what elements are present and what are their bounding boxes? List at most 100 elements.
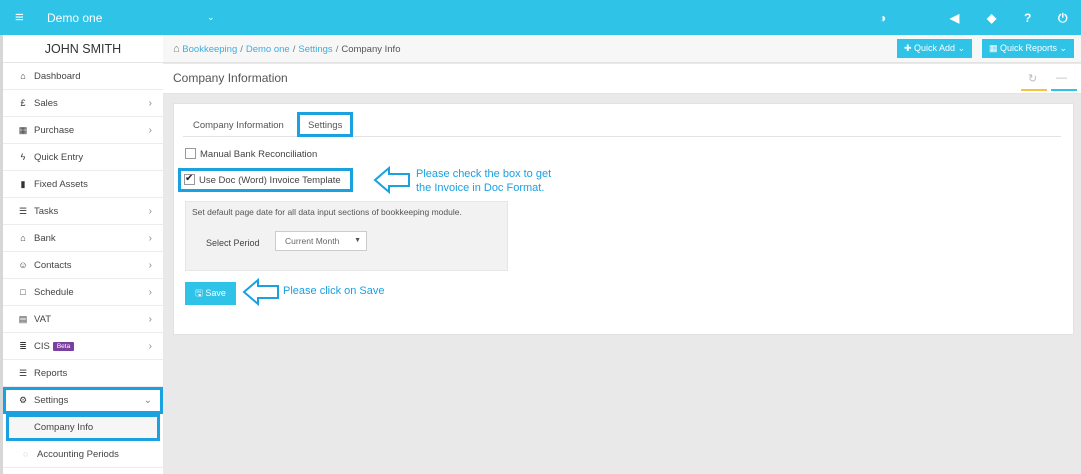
- save-button[interactable]: 🖫 Save: [185, 282, 236, 305]
- sidebar: JOHN SMITH ⌂ Dashboard £ Sales › ▦ Purchase › ϟ Q…: [0, 35, 163, 474]
- schedule-icon: □: [20, 287, 26, 297]
- breadcrumb-bar: ⌂ Bookkeeping / Demo one / Settings / Company …: [163, 35, 1081, 63]
- sidebar-item-label: CIS: [34, 341, 50, 352]
- check-box-note: Please check the box to get the Invoice …: [416, 167, 551, 195]
- sidebar-item-schedule[interactable]: □ Schedule ›: [3, 279, 163, 306]
- chevron-right-icon: ›: [148, 314, 152, 325]
- page-title: Company Information: [173, 71, 288, 85]
- breadcrumb-demo-one[interactable]: Demo one: [246, 44, 290, 55]
- period-description: Set default page date for all data input…: [192, 207, 462, 217]
- chevron-right-icon: ›: [148, 125, 152, 136]
- sidebar-item-quick-entry[interactable]: ϟ Quick Entry: [3, 144, 163, 171]
- help-icon[interactable]: ?: [1024, 11, 1031, 25]
- company-name[interactable]: Demo one: [47, 11, 102, 25]
- chevron-right-icon: ›: [148, 98, 152, 109]
- tag-icon[interactable]: ◆: [987, 11, 996, 25]
- sidebar-subitem-label: Company Info: [34, 422, 94, 433]
- dashboard-icon: ⌂: [20, 71, 26, 81]
- chevron-right-icon: ›: [148, 260, 152, 271]
- sidebar-item-bank[interactable]: ⌂ Bank ›: [3, 225, 163, 252]
- sidebar-item-label: Quick Entry: [34, 152, 84, 163]
- bank-reconciliation-option[interactable]: Manual Bank Reconciliation: [185, 148, 317, 160]
- sidebar-item-label: Reports: [34, 368, 68, 379]
- doc-invoice-label: Use Doc (Word) Invoice Template: [199, 175, 341, 186]
- reports-icon: ☰: [18, 368, 28, 378]
- breadcrumb-separator: /: [335, 44, 339, 55]
- sidebar-item-label: Bank: [34, 233, 56, 244]
- collapse-icon[interactable]: —: [1056, 72, 1067, 84]
- fixed-assets-icon: ▮: [20, 179, 26, 189]
- breadcrumb-bookkeeping[interactable]: Bookkeeping: [182, 44, 237, 55]
- breadcrumb-separator: /: [292, 44, 296, 55]
- dashboard-icon[interactable]: ◑: [879, 11, 886, 25]
- top-bar: ≡ Demo one ⌄ ◑ ◀ ◆ ? ⏻: [0, 0, 1081, 35]
- tab-bar: Company Information Settings: [183, 112, 1061, 137]
- refresh-icon[interactable]: ↻: [1028, 72, 1037, 85]
- quick-reports-button[interactable]: ▦ Quick Reports ⌄: [982, 39, 1075, 58]
- breadcrumb: ⌂ Bookkeeping / Demo one / Settings / Company …: [173, 43, 400, 55]
- collapse-underline: [1051, 89, 1077, 91]
- breadcrumb-settings[interactable]: Settings: [298, 44, 332, 55]
- bullet-icon: ○: [23, 449, 29, 459]
- sidebar-item-dashboard[interactable]: ⌂ Dashboard: [3, 63, 163, 90]
- chevron-down-icon[interactable]: ⌄: [207, 12, 215, 23]
- sidebar-item-vat[interactable]: ▤ VAT ›: [3, 306, 163, 333]
- sidebar-item-label: Dashboard: [34, 71, 81, 82]
- user-name: JOHN SMITH: [3, 35, 163, 63]
- default-period-section: Set default page date for all data input…: [185, 201, 508, 271]
- sidebar-item-label: Fixed Assets: [34, 179, 88, 190]
- bank-reconciliation-checkbox[interactable]: [185, 148, 196, 159]
- sidebar-item-label: Tasks: [34, 206, 59, 217]
- sidebar-item-purchase[interactable]: ▦ Purchase ›: [3, 117, 163, 144]
- sidebar-item-label: Sales: [34, 98, 58, 109]
- sidebar-item-tasks[interactable]: ☰ Tasks ›: [3, 198, 163, 225]
- settings-card: Company Information Settings Manual Bank…: [173, 103, 1074, 335]
- dropdown-arrow-icon: ▼: [354, 237, 361, 244]
- arrow-left-icon: [242, 277, 279, 307]
- sidebar-item-label: Contacts: [34, 260, 72, 271]
- cis-icon: ≣: [19, 341, 27, 351]
- check-box-note-line-2: the Invoice in Doc Format.: [416, 182, 545, 194]
- refresh-underline: [1021, 89, 1047, 91]
- sidebar-item-label: Purchase: [34, 125, 75, 136]
- breadcrumb-separator: /: [240, 44, 243, 55]
- chevron-right-icon: ›: [148, 206, 152, 217]
- megaphone-icon[interactable]: ◀: [950, 11, 959, 25]
- tab-company-information[interactable]: Company Information: [193, 112, 284, 137]
- sidebar-item-contacts[interactable]: ☺ Contacts ›: [3, 252, 163, 279]
- sidebar-subitem-company-info[interactable]: Company Info: [6, 414, 160, 441]
- sidebar-item-fixed-assets[interactable]: ▮ Fixed Assets: [3, 171, 163, 198]
- sidebar-subitem-label: Accounting Periods: [37, 449, 119, 460]
- check-box-note-line-1: Please check the box to get: [416, 168, 552, 180]
- hamburger-menu-icon[interactable]: ≡: [15, 10, 24, 25]
- bank-reconciliation-label: Manual Bank Reconciliation: [200, 149, 318, 160]
- sidebar-item-cis[interactable]: ≣ CIS Beta ›: [3, 333, 163, 360]
- doc-invoice-checkbox[interactable]: [184, 173, 195, 185]
- tasks-icon: ☰: [18, 206, 28, 216]
- quick-add-button[interactable]: ✚ Quick Add ⌄: [897, 39, 973, 58]
- contacts-icon: ☺: [18, 260, 28, 270]
- vat-icon: ▤: [18, 314, 28, 324]
- power-icon[interactable]: ⏻: [1058, 11, 1068, 26]
- quick-entry-icon: ϟ: [20, 152, 26, 162]
- period-select[interactable]: Current Month ▼: [275, 231, 367, 251]
- sales-icon: £: [20, 98, 26, 108]
- sidebar-item-sales[interactable]: £ Sales ›: [3, 90, 163, 117]
- sidebar-item-label: Settings: [34, 395, 69, 406]
- sidebar-item-reports[interactable]: ☰ Reports: [3, 360, 163, 387]
- save-note: Please click on Save: [283, 285, 385, 297]
- tab-settings[interactable]: Settings: [297, 112, 354, 137]
- period-select-value: Current Month: [285, 236, 340, 246]
- sidebar-item-label: VAT: [34, 314, 52, 325]
- gears-icon: ⚙: [18, 395, 28, 405]
- bank-icon: ⌂: [20, 233, 26, 243]
- arrow-left-icon: [373, 165, 410, 195]
- breadcrumb-current: Company Info: [341, 44, 401, 55]
- chevron-right-icon: ›: [148, 233, 152, 244]
- beta-badge: Beta: [52, 342, 75, 351]
- home-icon[interactable]: ⌂: [173, 43, 180, 55]
- sidebar-subitem-accounting-periods[interactable]: ○ Accounting Periods: [3, 441, 163, 468]
- sidebar-item-label: Schedule: [34, 287, 74, 298]
- doc-invoice-option[interactable]: Use Doc (Word) Invoice Template: [178, 168, 353, 192]
- sidebar-item-settings[interactable]: ⚙ Settings ⌄: [3, 387, 163, 414]
